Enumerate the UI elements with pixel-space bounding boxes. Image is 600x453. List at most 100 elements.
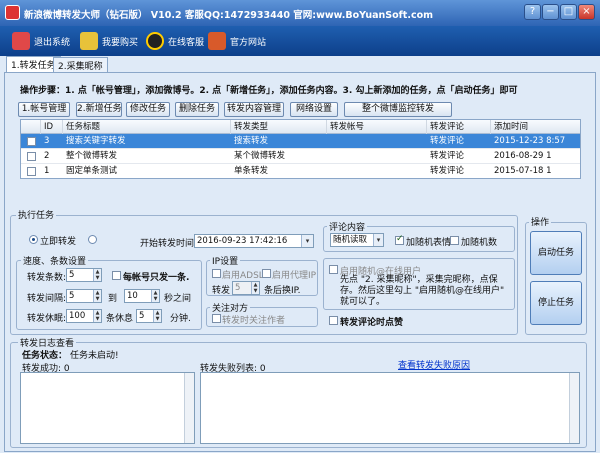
minimize-button[interactable]: −: [542, 4, 559, 20]
follow-label: 转发时关注作者: [222, 316, 286, 326]
row-checkbox[interactable]: [27, 137, 36, 146]
title-bar: 新浪微博转发大师（钻石版） V10.2 客服QQ:1472933440 官网:w…: [0, 0, 600, 26]
rest-label: 转发休眠:: [27, 314, 67, 324]
failed-log-scrollbar[interactable]: [569, 373, 579, 443]
maximize-button[interactable]: □: [560, 4, 577, 20]
rest-minutes-value: 5: [139, 311, 145, 321]
start-time-label: 开始转发时间:: [140, 239, 198, 249]
failed-log[interactable]: [200, 372, 580, 444]
app-icon: [5, 5, 20, 20]
exit-system-button[interactable]: 退出系统: [12, 30, 70, 52]
ip-proxy-checkbox[interactable]: [262, 269, 271, 278]
network-settings-button[interactable]: 网络设置: [290, 102, 338, 117]
table-row[interactable]: 3 搜索关键字转发 搜索转发 转发评论 2015-12-23 8:57: [21, 134, 580, 149]
task-table: ID 任务标题 转发类型 转发帐号 转发评论 添加时间 3 搜索关键字转发 搜索…: [20, 119, 581, 179]
add-emoji-checkbox[interactable]: [395, 234, 404, 245]
start-time-picker[interactable]: 2016-09-23 17:42:16 ▾: [194, 234, 314, 248]
delete-task-button[interactable]: 删除任务: [175, 102, 219, 117]
official-site-button[interactable]: 官方网站: [208, 30, 266, 52]
row-checkbox[interactable]: [27, 152, 36, 161]
col-comment: 转发评论: [427, 120, 491, 134]
col-time: 添加时间: [491, 120, 580, 134]
col-account: 转发帐号: [327, 120, 427, 134]
forward-count-label: 转发条数:: [27, 273, 67, 283]
col-check: [21, 120, 41, 134]
spin-icon[interactable]: ▲ ▼: [151, 290, 159, 302]
comment-source-select[interactable]: 随机读取 ▾: [330, 233, 384, 247]
random-user-checkbox[interactable]: [329, 265, 338, 274]
add-number-label: 加随机数: [461, 238, 498, 248]
forward-content-button[interactable]: 转发内容管理: [224, 102, 284, 117]
calendar-dropdown-icon[interactable]: ▾: [301, 235, 313, 247]
scheduled-radio[interactable]: [88, 235, 97, 244]
immediate-label: 立即转发: [40, 237, 77, 247]
rest-every-value: 100: [69, 311, 86, 321]
interval-to-label: 到: [108, 294, 118, 304]
tab-collect-nicknames[interactable]: 2.采集昵称: [53, 57, 108, 72]
spin-icon[interactable]: ▲ ▼: [153, 310, 161, 322]
online-support-label: 在线客服: [168, 37, 205, 48]
follow-checkbox[interactable]: [212, 314, 221, 323]
interval-max-input[interactable]: 10 ▲ ▼: [124, 289, 160, 303]
rest-minutes-input[interactable]: 5 ▲ ▼: [136, 309, 162, 323]
toolbar: 退出系统 我要购买 在线客服 官方网站: [0, 26, 600, 56]
ip-proxy-label: 启用代理IP: [272, 271, 317, 281]
row-type: 某个微博转发: [234, 151, 286, 161]
table-row[interactable]: 2 整个微博转发 某个微博转发 转发评论 2016-08-29 1: [21, 149, 580, 164]
exit-system-label: 退出系统: [34, 37, 71, 48]
operations-legend: 操作: [529, 215, 552, 228]
buy-button[interactable]: 我要购买: [80, 30, 138, 52]
interval-max-value: 10: [127, 291, 138, 301]
spin-icon[interactable]: ▲ ▼: [251, 282, 259, 294]
comment-source-value: 随机读取: [333, 235, 368, 245]
row-id: 3: [44, 136, 50, 146]
row-id: 1: [44, 166, 50, 176]
forward-count-input[interactable]: 5 ▲ ▼: [66, 268, 102, 282]
edit-task-button[interactable]: 修改任务: [126, 102, 170, 117]
row-title: 固定单条测试: [66, 166, 118, 176]
ip-adsl-checkbox[interactable]: [212, 269, 221, 278]
spin-icon[interactable]: ▲ ▼: [93, 310, 101, 322]
row-account: [327, 164, 427, 178]
account-management-button[interactable]: 1.帐号管理: [18, 102, 70, 117]
row-title: 整个微博转发: [66, 151, 118, 161]
exit-icon: [12, 32, 30, 50]
col-title: 任务标题: [63, 120, 231, 134]
row-time: 2015-12-23 8:57: [494, 136, 566, 146]
spin-icon[interactable]: ▲ ▼: [93, 290, 101, 302]
success-log[interactable]: [20, 372, 195, 444]
help-button[interactable]: ?: [524, 4, 541, 20]
success-log-scrollbar[interactable]: [184, 373, 194, 443]
interval-min-input[interactable]: 5 ▲ ▼: [66, 289, 102, 303]
ip-forward-input[interactable]: 5 ▲ ▼: [232, 281, 260, 295]
rest-every-input[interactable]: 100 ▲ ▼: [66, 309, 102, 323]
row-comment: 转发评论: [430, 151, 465, 161]
monitor-weibo-button[interactable]: 整个微博监控转发: [344, 102, 452, 117]
like-checkbox[interactable]: [329, 316, 338, 325]
row-id: 2: [44, 151, 50, 161]
table-row[interactable]: 1 固定单条测试 单条转发 转发评论 2015-07-18 1: [21, 164, 580, 178]
view-failed-link[interactable]: 查看转发失败原因: [398, 358, 470, 371]
row-title: 搜索关键字转发: [66, 136, 126, 146]
row-checkbox[interactable]: [27, 167, 36, 176]
stop-task-button[interactable]: 停止任务: [530, 281, 582, 325]
interval-unit-label: 秒之间: [164, 294, 192, 304]
spin-icon[interactable]: ▲ ▼: [93, 269, 101, 281]
immediate-radio[interactable]: [29, 235, 38, 244]
row-account: [327, 134, 427, 148]
add-number-checkbox[interactable]: [450, 236, 459, 245]
start-task-button[interactable]: 启动任务: [530, 231, 582, 275]
table-header: ID 任务标题 转发类型 转发帐号 转发评论 添加时间: [21, 120, 580, 134]
ip-switch-label: 条后换IP.: [264, 286, 301, 296]
one-per-account-checkbox[interactable]: [112, 271, 121, 280]
row-time: 2015-07-18 1: [494, 166, 552, 176]
home-icon: [208, 32, 226, 50]
task-status-label: 任务状态：: [22, 351, 68, 361]
like-label: 转发评论时点赞: [340, 318, 404, 328]
close-button[interactable]: ×: [578, 4, 595, 20]
add-task-button[interactable]: 2.新增任务: [76, 102, 122, 117]
online-support-button[interactable]: 在线客服: [146, 30, 204, 52]
interval-min-value: 5: [69, 291, 75, 301]
col-type: 转发类型: [231, 120, 327, 134]
execute-legend: 执行任务: [16, 208, 57, 221]
